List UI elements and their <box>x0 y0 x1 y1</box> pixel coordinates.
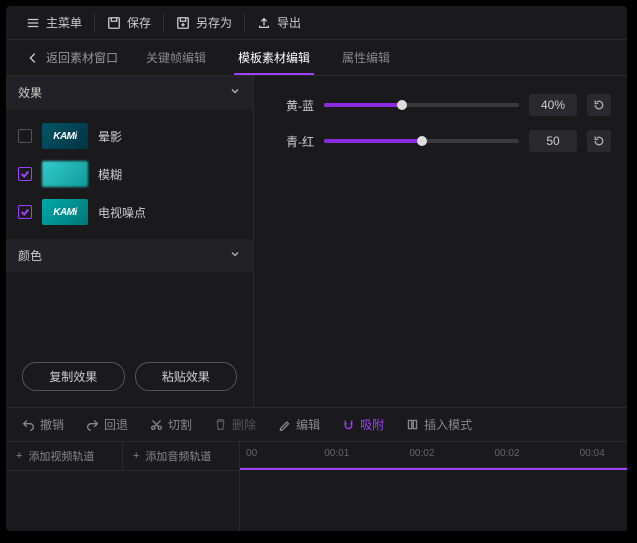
effect-item[interactable]: KAMi 电视噪点 <box>10 193 249 231</box>
ruler-tick: 00:02 <box>495 448 520 459</box>
add-audio-track-button[interactable]: + 添加音频轨道 <box>123 442 239 471</box>
slider-thumb[interactable] <box>417 136 427 146</box>
export-icon <box>257 16 271 30</box>
ruler-tick: 00:01 <box>324 448 349 459</box>
param-value[interactable]: 40% <box>529 94 577 116</box>
timeline: + 添加视频轨道 + 添加音频轨道 00 00:01 00:02 00:02 0… <box>6 441 627 531</box>
ruler-tick: 00 <box>246 448 257 459</box>
delete-button[interactable]: 删除 <box>204 408 266 441</box>
param-slider[interactable] <box>324 103 519 107</box>
tab-bar: 返回素材窗口 关键帧编辑 模板素材编辑 属性编辑 <box>6 40 627 76</box>
effects-panel-header[interactable]: 效果 <box>6 76 253 109</box>
save-label: 保存 <box>127 14 151 31</box>
effect-checkbox[interactable] <box>18 129 32 143</box>
back-button[interactable]: 返回素材窗口 <box>14 49 130 66</box>
effect-thumbnail <box>42 161 88 187</box>
ruler-tick: 00:04 <box>580 448 605 459</box>
chevron-down-icon <box>229 248 241 263</box>
effects-list: KAMi 晕影 模糊 KAMi 电视噪点 <box>6 109 253 239</box>
track-labels: + 添加视频轨道 + 添加音频轨道 <box>6 442 240 531</box>
insert-label: 插入模式 <box>424 416 472 433</box>
back-label: 返回素材窗口 <box>46 49 118 66</box>
copy-effect-button[interactable]: 复制效果 <box>22 362 125 391</box>
effect-item[interactable]: KAMi 晕影 <box>10 117 249 155</box>
effects-panel-title: 效果 <box>18 84 42 101</box>
effect-checkbox[interactable] <box>18 167 32 181</box>
ruler-tick: 00:02 <box>409 448 434 459</box>
add-audio-label: 添加音频轨道 <box>145 448 211 464</box>
cut-label: 切割 <box>168 416 192 433</box>
hamburger-icon <box>26 16 40 30</box>
chevron-left-icon <box>26 51 40 65</box>
timeline-ruler[interactable]: 00 00:01 00:02 00:02 00:04 <box>240 442 627 468</box>
save-as-icon <box>176 16 190 30</box>
insert-mode-button[interactable]: 插入模式 <box>396 408 482 441</box>
sidebar-buttons: 复制效果 粘贴效果 <box>6 346 253 407</box>
slider-thumb[interactable] <box>397 100 407 110</box>
effect-checkbox[interactable] <box>18 205 32 219</box>
timeline-toolbar: 撤销 回退 切割 删除 编辑 吸附 插入模式 <box>6 407 627 441</box>
add-video-label: 添加视频轨道 <box>28 448 94 464</box>
export-label: 导出 <box>277 14 301 31</box>
track-strip <box>240 468 627 470</box>
paste-effect-button[interactable]: 粘贴效果 <box>135 362 238 391</box>
edit-label: 编辑 <box>296 416 320 433</box>
param-slider[interactable] <box>324 139 519 143</box>
param-value[interactable]: 50 <box>529 130 577 152</box>
chevron-down-icon <box>229 85 241 100</box>
effect-name: 模糊 <box>98 166 122 183</box>
effect-thumbnail: KAMi <box>42 199 88 225</box>
tab-label: 关键帧编辑 <box>146 49 206 66</box>
reset-button[interactable] <box>587 94 611 116</box>
tab-keyframe[interactable]: 关键帧编辑 <box>130 40 222 75</box>
timeline-canvas[interactable]: 00 00:01 00:02 00:02 00:04 <box>240 442 627 531</box>
cut-button[interactable]: 切割 <box>140 408 202 441</box>
tab-template[interactable]: 模板素材编辑 <box>222 40 326 75</box>
tab-label: 属性编辑 <box>342 49 390 66</box>
undo-button[interactable]: 撤销 <box>12 408 74 441</box>
export-button[interactable]: 导出 <box>245 6 313 39</box>
snap-label: 吸附 <box>360 416 384 433</box>
add-video-track-button[interactable]: + 添加视频轨道 <box>6 442 123 471</box>
main-area: 效果 KAMi 晕影 模糊 KAMi 电视噪点 <box>6 76 627 407</box>
undo-label: 撤销 <box>40 416 64 433</box>
param-row: 黄-蓝 40% <box>270 94 611 116</box>
sidebar: 效果 KAMi 晕影 模糊 KAMi 电视噪点 <box>6 76 254 407</box>
effect-name: 电视噪点 <box>98 204 146 221</box>
param-label: 黄-蓝 <box>270 97 314 114</box>
save-as-button[interactable]: 另存为 <box>164 6 244 39</box>
color-panel-title: 颜色 <box>18 247 42 264</box>
tab-properties[interactable]: 属性编辑 <box>326 40 406 75</box>
param-label: 青-红 <box>270 133 314 150</box>
redo-button[interactable]: 回退 <box>76 408 138 441</box>
snap-button[interactable]: 吸附 <box>332 408 394 441</box>
menu-bar: 主菜单 保存 另存为 导出 <box>6 6 627 40</box>
plus-icon: + <box>133 450 139 462</box>
param-row: 青-红 50 <box>270 130 611 152</box>
plus-icon: + <box>16 450 22 462</box>
effect-thumbnail: KAMi <box>42 123 88 149</box>
effect-item[interactable]: 模糊 <box>10 155 249 193</box>
content-panel: 黄-蓝 40% 青-红 50 <box>254 76 627 407</box>
effect-name: 晕影 <box>98 128 122 145</box>
delete-label: 删除 <box>232 416 256 433</box>
reset-button[interactable] <box>587 130 611 152</box>
edit-button[interactable]: 编辑 <box>268 408 330 441</box>
redo-label: 回退 <box>104 416 128 433</box>
main-menu-button[interactable]: 主菜单 <box>14 6 94 39</box>
timeline-body[interactable] <box>240 468 627 528</box>
save-icon <box>107 16 121 30</box>
main-menu-label: 主菜单 <box>46 14 82 31</box>
tab-label: 模板素材编辑 <box>238 49 310 66</box>
save-as-label: 另存为 <box>196 14 232 31</box>
save-button[interactable]: 保存 <box>95 6 163 39</box>
color-panel-header[interactable]: 颜色 <box>6 239 253 272</box>
